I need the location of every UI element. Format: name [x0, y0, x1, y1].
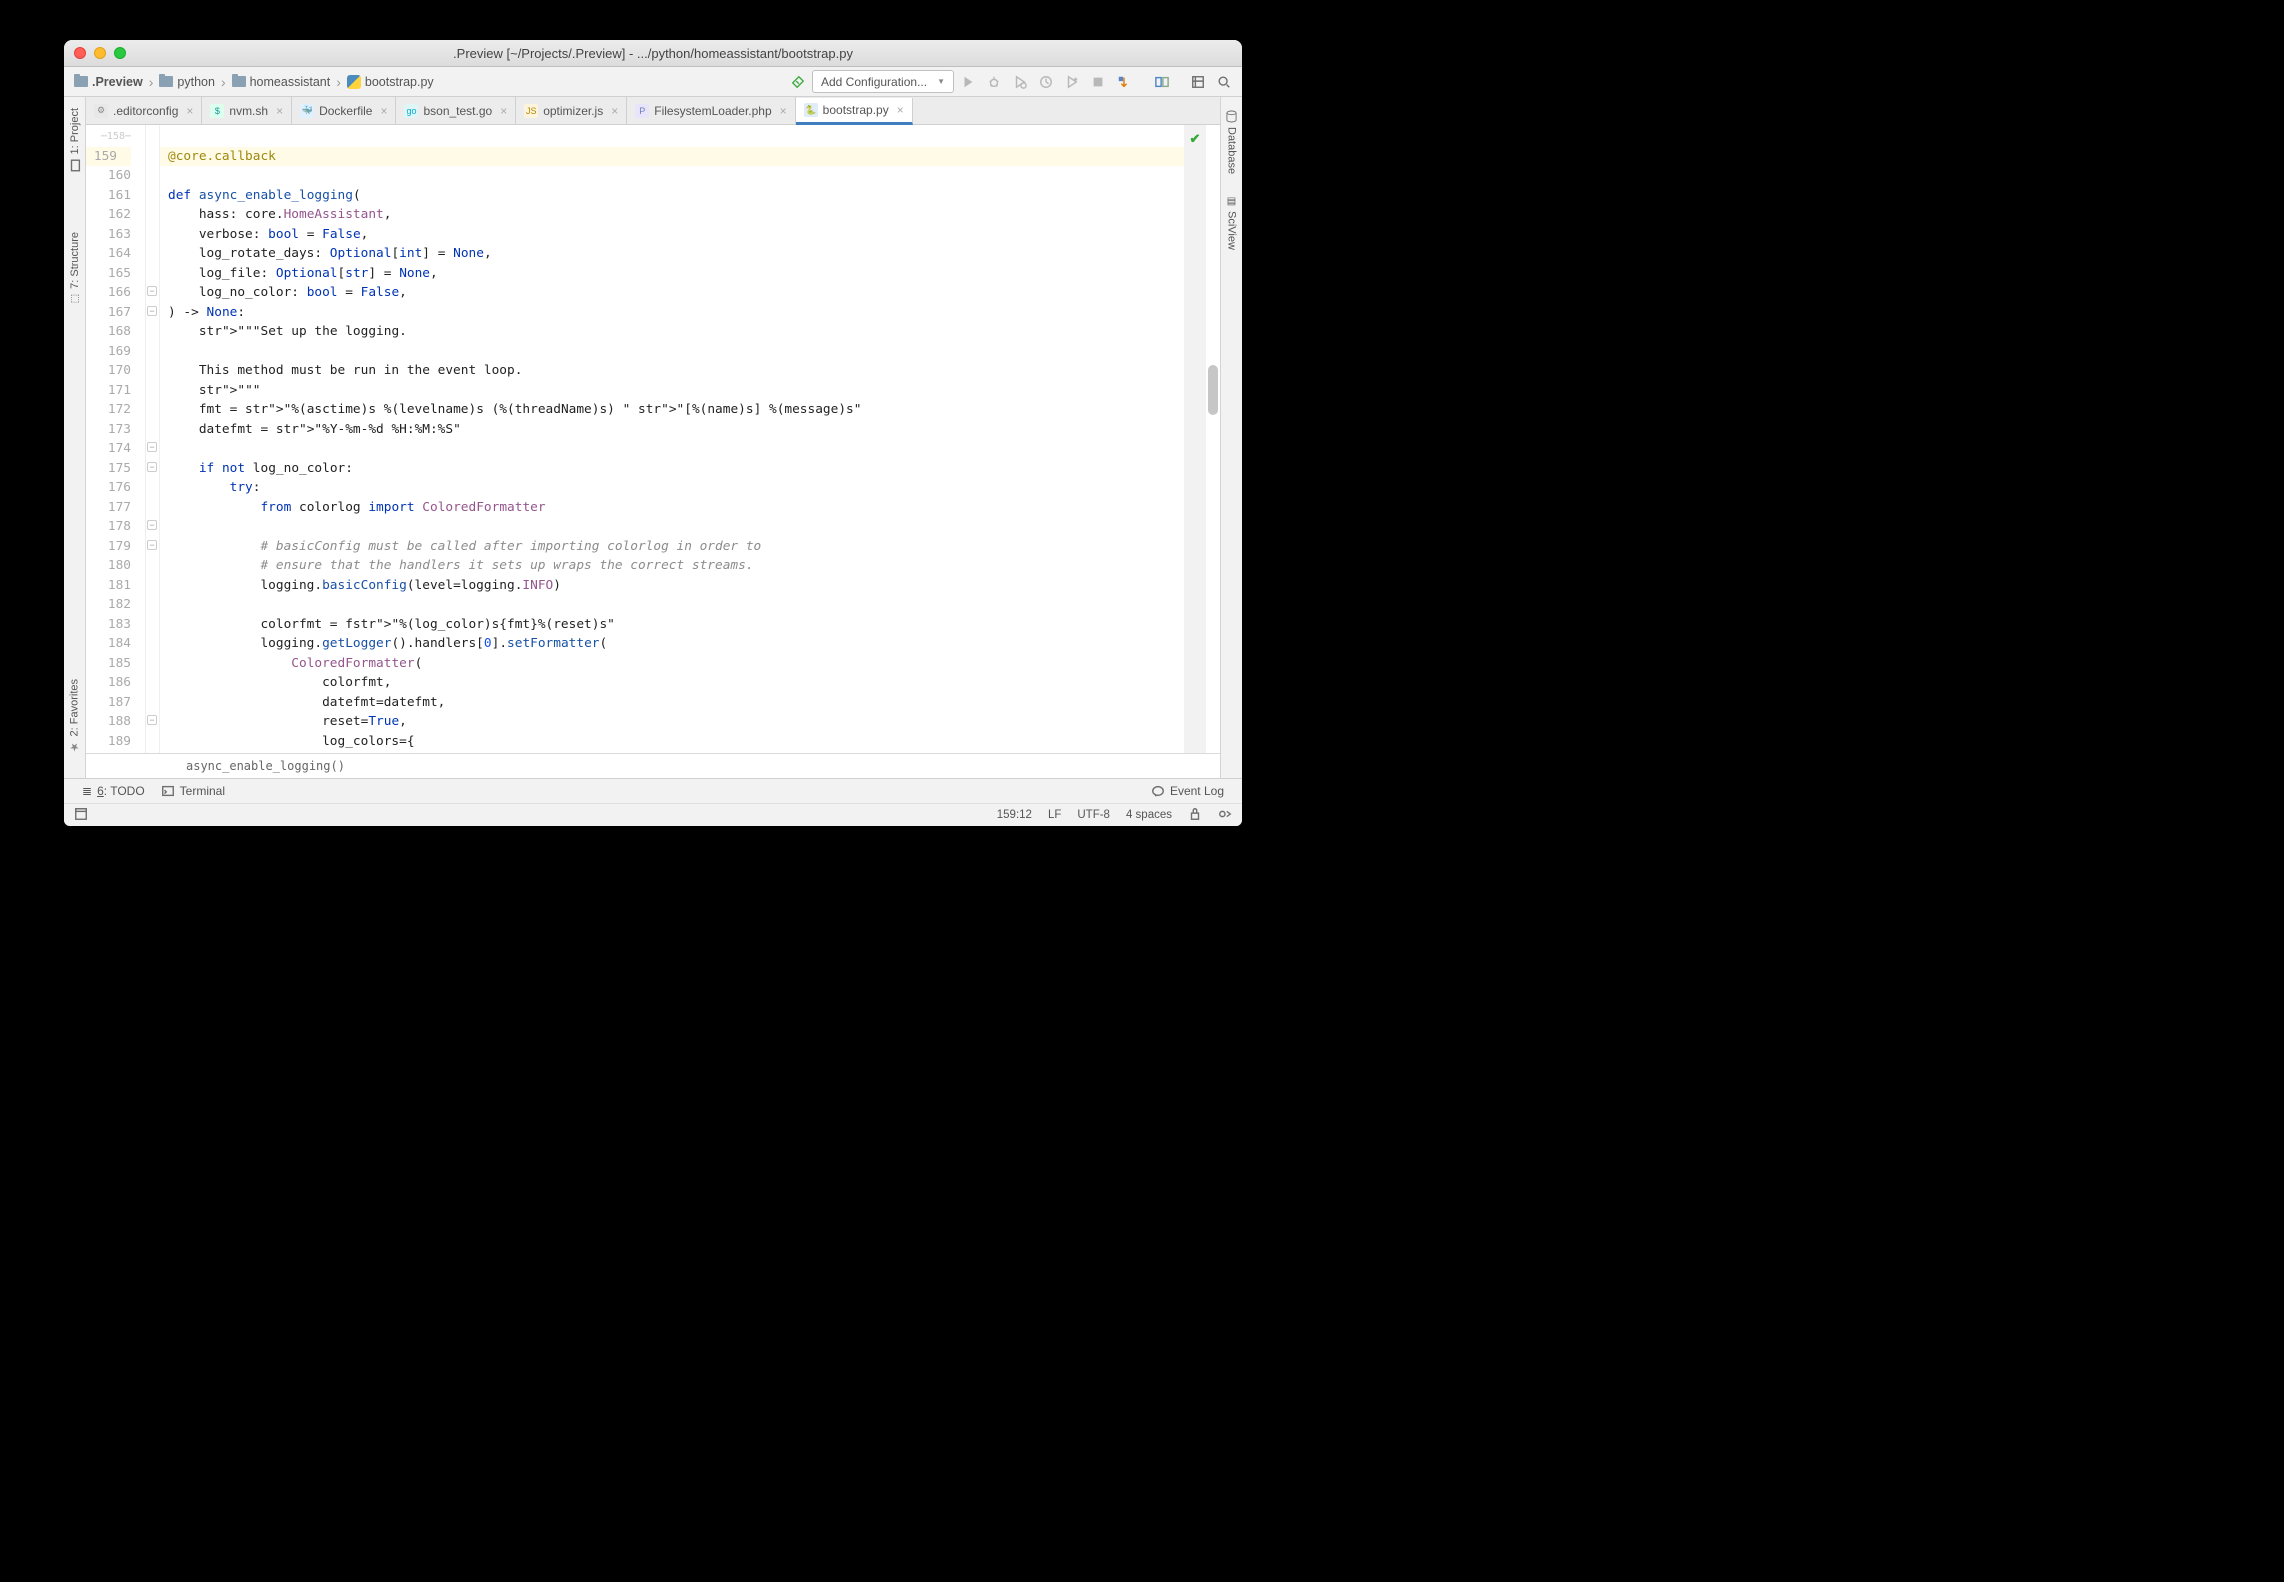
close-tab-icon[interactable]: ×: [186, 104, 193, 118]
zoom-window-button[interactable]: [114, 47, 126, 59]
shell-file-icon: $: [210, 104, 224, 118]
bottom-tool-bar: ≣6: TODO Terminal Event Log: [64, 778, 1242, 803]
breadcrumb-item[interactable]: .Preview: [70, 73, 147, 91]
file-encoding[interactable]: UTF-8: [1077, 809, 1110, 821]
debug-button[interactable]: [982, 71, 1006, 93]
editor-tab[interactable]: JSoptimizer.js×: [516, 97, 627, 124]
editor-tabs: ⚙.editorconfig× $nvm.sh× 🐳Dockerfile× go…: [86, 97, 1220, 125]
js-file-icon: JS: [524, 104, 538, 118]
status-bar: 159:12 LF UTF-8 4 spaces: [64, 803, 1242, 826]
folder-icon: [232, 76, 246, 87]
editor-tab[interactable]: ⚙.editorconfig×: [86, 97, 202, 124]
editor-tab-active[interactable]: 🐍bootstrap.py×: [796, 98, 913, 125]
fold-gutter[interactable]: −−−−−−−: [146, 125, 160, 753]
breadcrumb-item[interactable]: bootstrap.py: [343, 73, 438, 91]
python-file-icon: [347, 75, 361, 89]
code-area[interactable]: @core.callback def async_enable_logging(…: [160, 125, 1184, 753]
editor-tab[interactable]: PFilesystemLoader.php×: [627, 97, 795, 124]
analysis-ok-icon[interactable]: ✔: [1190, 131, 1201, 147]
breadcrumb: .Preview› python› homeassistant› bootstr…: [70, 73, 438, 91]
gutter-line-numbers: ⋯158⋯15916016116216316416516616716816917…: [86, 125, 146, 753]
avatars-icon[interactable]: [1150, 71, 1174, 93]
attach-button[interactable]: [1060, 71, 1084, 93]
close-tab-icon[interactable]: ×: [780, 104, 787, 118]
close-tab-icon[interactable]: ×: [500, 104, 507, 118]
ide-window: .Preview [~/Projects/.Preview] - .../pyt…: [64, 40, 1242, 826]
docker-file-icon: 🐳: [300, 104, 314, 118]
window-controls: [74, 47, 126, 59]
minimize-window-button[interactable]: [94, 47, 106, 59]
close-tab-icon[interactable]: ×: [897, 103, 904, 117]
left-tool-strip: 1: Project ⬚7: Structure ★2: Favorites: [64, 97, 86, 778]
titlebar: .Preview [~/Projects/.Preview] - .../pyt…: [64, 40, 1242, 67]
vertical-scrollbar[interactable]: [1206, 125, 1220, 753]
close-tab-icon[interactable]: ×: [380, 104, 387, 118]
editor-tab[interactable]: 🐳Dockerfile×: [292, 97, 396, 124]
code-crumb-bar[interactable]: async_enable_logging(): [86, 753, 1220, 778]
search-icon[interactable]: [1212, 71, 1236, 93]
sciview-tool-button[interactable]: ▤SciView: [1226, 191, 1238, 255]
close-window-button[interactable]: [74, 47, 86, 59]
scrollbar-thumb[interactable]: [1208, 365, 1218, 415]
go-file-icon: go: [404, 104, 418, 118]
php-file-icon: P: [635, 104, 649, 118]
project-tool-button[interactable]: 1: Project: [68, 103, 82, 177]
todo-tool-button[interactable]: ≣6: TODO: [74, 784, 153, 798]
search-everywhere-icon[interactable]: [1186, 71, 1210, 93]
breadcrumb-item[interactable]: homeassistant: [228, 73, 335, 91]
build-hammer-icon[interactable]: [786, 71, 810, 93]
goto-error-icon[interactable]: [1218, 807, 1232, 824]
stop-button[interactable]: [1086, 71, 1110, 93]
caret-position[interactable]: 159:12: [997, 809, 1032, 821]
editor-tab[interactable]: $nvm.sh×: [202, 97, 292, 124]
indent-status[interactable]: 4 spaces: [1126, 809, 1172, 821]
editor-tab[interactable]: gobson_test.go×: [396, 97, 516, 124]
database-tool-button[interactable]: Database: [1226, 105, 1238, 179]
profile-button[interactable]: [1034, 71, 1058, 93]
readonly-lock-icon[interactable]: [1188, 807, 1202, 824]
structure-tool-button[interactable]: ⬚7: Structure: [69, 227, 81, 309]
favorites-tool-button[interactable]: ★2: Favorites: [68, 674, 81, 758]
tool-window-quick-access-icon[interactable]: [74, 807, 88, 824]
run-button[interactable]: [956, 71, 980, 93]
line-separator[interactable]: LF: [1048, 809, 1061, 821]
window-title: .Preview [~/Projects/.Preview] - .../pyt…: [64, 46, 1242, 61]
config-file-icon: ⚙: [94, 104, 108, 118]
close-tab-icon[interactable]: ×: [276, 104, 283, 118]
update-button[interactable]: [1112, 71, 1136, 93]
close-tab-icon[interactable]: ×: [611, 104, 618, 118]
terminal-tool-button[interactable]: Terminal: [153, 784, 233, 798]
coverage-button[interactable]: [1008, 71, 1032, 93]
python-file-icon: 🐍: [804, 103, 818, 117]
editor[interactable]: ⋯158⋯15916016116216316416516616716816917…: [86, 125, 1220, 753]
right-tool-strip: Database ▤SciView: [1220, 97, 1242, 778]
folder-icon: [159, 76, 173, 87]
breadcrumb-item[interactable]: python: [155, 73, 219, 91]
run-config-selector[interactable]: Add Configuration...: [812, 70, 954, 93]
main-toolbar: .Preview› python› homeassistant› bootstr…: [64, 67, 1242, 97]
event-log-button[interactable]: Event Log: [1143, 784, 1232, 798]
folder-icon: [74, 76, 88, 87]
editor-right-gutter: ✔: [1184, 125, 1206, 753]
